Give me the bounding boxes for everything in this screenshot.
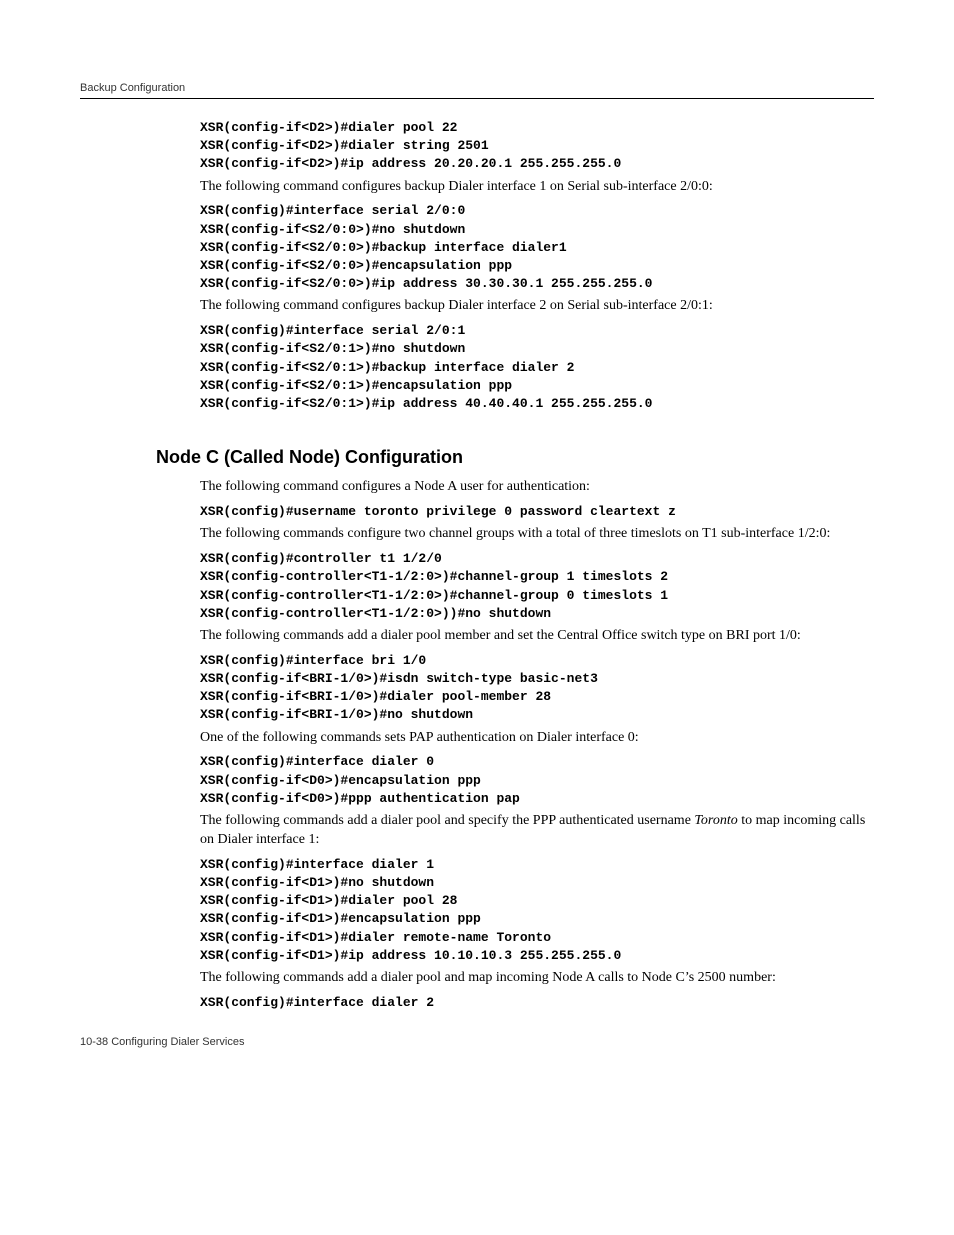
paragraph: The following commands add a dialer pool… [200, 969, 874, 988]
code-line: XSR(config-controller<T1-1/2:0>))#no shu… [200, 605, 874, 623]
paragraph: The following command configures backup … [200, 178, 874, 197]
paragraph: The following commands add a dialer pool… [200, 627, 874, 646]
code-line: XSR(config-if<D1>)#dialer pool 28 [200, 892, 874, 910]
section-heading: Node C (Called Node) Configuration [156, 447, 874, 468]
code-line: XSR(config-if<S2/0:0>)#encapsulation ppp [200, 257, 874, 275]
code-line: XSR(config)#interface serial 2/0:0 [200, 202, 874, 220]
code-line: XSR(config-if<D2>)#dialer pool 22 [200, 119, 874, 137]
code-line: XSR(config)#interface dialer 1 [200, 856, 874, 874]
text-run: The following commands add a dialer pool… [200, 813, 694, 828]
header-divider [80, 98, 874, 99]
code-line: XSR(config-if<D1>)#dialer remote-name To… [200, 929, 874, 947]
code-line: XSR(config)#interface dialer 2 [200, 994, 874, 1012]
code-line: XSR(config-if<D0>)#ppp authentication pa… [200, 790, 874, 808]
code-line: XSR(config-if<BRI-1/0>)#no shutdown [200, 706, 874, 724]
page-header: Backup Configuration [80, 82, 874, 94]
italic-term: Toronto [694, 813, 737, 828]
code-line: XSR(config-if<S2/0:1>)#ip address 40.40.… [200, 395, 874, 413]
code-line: XSR(config-if<D1>)#no shutdown [200, 874, 874, 892]
code-line: XSR(config-if<D1>)#encapsulation ppp [200, 910, 874, 928]
code-line: XSR(config-controller<T1-1/2:0>)#channel… [200, 587, 874, 605]
code-line: XSR(config-if<S2/0:1>)#no shutdown [200, 340, 874, 358]
paragraph: The following commands configure two cha… [200, 525, 874, 544]
paragraph: The following command configures a Node … [200, 478, 874, 497]
code-line: XSR(config-if<BRI-1/0>)#dialer pool-memb… [200, 688, 874, 706]
code-line: XSR(config-if<D2>)#ip address 20.20.20.1… [200, 155, 874, 173]
code-line: XSR(config)#interface bri 1/0 [200, 652, 874, 670]
paragraph: One of the following commands sets PAP a… [200, 729, 874, 748]
code-line: XSR(config-if<S2/0:1>)#backup interface … [200, 359, 874, 377]
code-line: XSR(config-if<D0>)#encapsulation ppp [200, 772, 874, 790]
code-line: XSR(config-if<S2/0:0>)#no shutdown [200, 221, 874, 239]
code-line: XSR(config)#interface dialer 0 [200, 753, 874, 771]
code-line: XSR(config)#interface serial 2/0:1 [200, 322, 874, 340]
code-line: XSR(config)#controller t1 1/2/0 [200, 550, 874, 568]
page-footer: 10-38 Configuring Dialer Services [80, 1036, 874, 1048]
code-line: XSR(config-if<S2/0:0>)#backup interface … [200, 239, 874, 257]
code-line: XSR(config-controller<T1-1/2:0>)#channel… [200, 568, 874, 586]
paragraph: The following commands add a dialer pool… [200, 812, 874, 850]
code-line: XSR(config-if<D1>)#ip address 10.10.10.3… [200, 947, 874, 965]
paragraph: The following command configures backup … [200, 297, 874, 316]
code-line: XSR(config-if<BRI-1/0>)#isdn switch-type… [200, 670, 874, 688]
code-line: XSR(config)#username toronto privilege 0… [200, 503, 874, 521]
code-line: XSR(config-if<S2/0:1>)#encapsulation ppp [200, 377, 874, 395]
code-line: XSR(config-if<D2>)#dialer string 2501 [200, 137, 874, 155]
code-line: XSR(config-if<S2/0:0>)#ip address 30.30.… [200, 275, 874, 293]
